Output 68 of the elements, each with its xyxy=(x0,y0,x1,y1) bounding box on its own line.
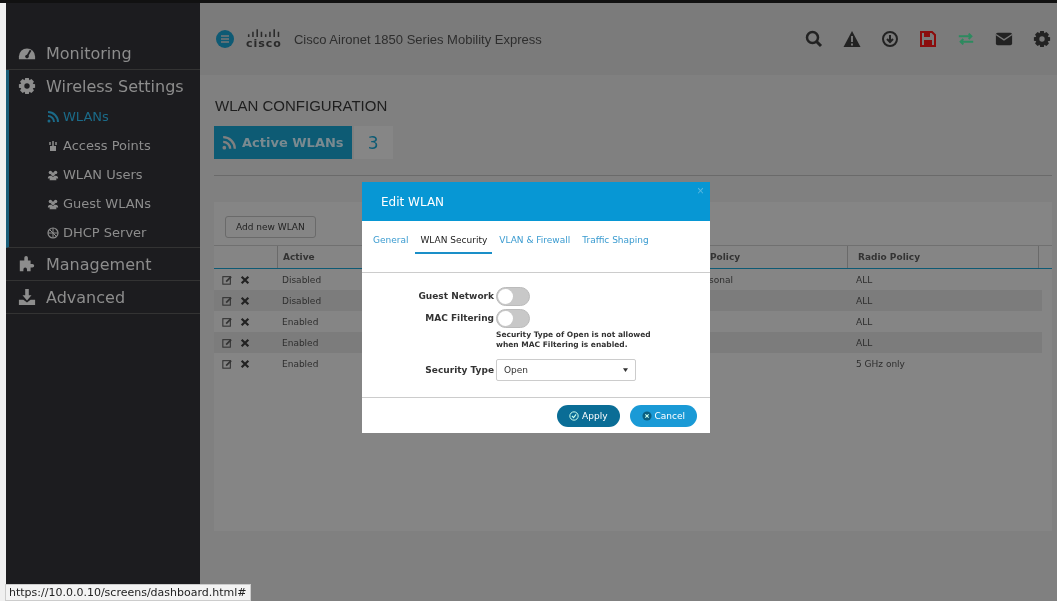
field-label: MAC Filtering xyxy=(424,313,494,323)
cancel-button[interactable]: Cancel xyxy=(629,405,697,427)
mail-icon[interactable] xyxy=(995,30,1013,48)
wlan-count: 3 xyxy=(353,126,393,159)
sidebar-subitem[interactable]: Access Points xyxy=(9,131,200,160)
tab[interactable]: Traffic Shaping xyxy=(577,233,654,254)
table-cell: ALL xyxy=(856,316,873,327)
download-icon xyxy=(18,288,36,306)
sidebar-subitem[interactable]: DHCP Server xyxy=(9,218,200,247)
users-icon xyxy=(47,168,59,181)
field-label: Security Type xyxy=(424,365,494,375)
sidebar-item[interactable]: Management xyxy=(6,248,200,280)
table-cell: ALL xyxy=(856,274,873,285)
table-cell: ALL xyxy=(856,337,873,348)
table-cell: ALL xyxy=(856,295,873,306)
table-cell: Disabled xyxy=(282,295,322,306)
tab[interactable]: WLAN Security xyxy=(415,233,493,254)
warning-icon[interactable] xyxy=(843,30,861,48)
puzzle-icon xyxy=(18,255,36,273)
dialog-title: Edit WLAN xyxy=(381,194,445,209)
edit-icon[interactable] xyxy=(222,274,232,285)
edit-icon[interactable] xyxy=(222,295,232,306)
logo: cisco xyxy=(246,28,282,50)
sidebar-subitem[interactable]: WLAN Users xyxy=(9,160,200,189)
delete-icon[interactable] xyxy=(240,316,250,327)
column-header[interactable]: Radio Policy xyxy=(847,246,1039,268)
table-cell: sonal xyxy=(709,274,733,285)
check-circle-icon xyxy=(569,411,580,421)
settings-icon[interactable] xyxy=(1033,30,1051,48)
edit-icon[interactable] xyxy=(222,358,232,369)
delete-icon[interactable] xyxy=(240,274,250,285)
page-title: WLAN CONFIGURATION xyxy=(215,97,389,114)
sidebar-item[interactable]: Wireless Settings xyxy=(9,70,200,102)
sidebar-item[interactable]: Advanced xyxy=(6,281,200,313)
table-cell: Disabled xyxy=(282,274,322,285)
table-cell: Enabled xyxy=(282,358,319,369)
close-circle-icon xyxy=(641,411,652,421)
delete-icon[interactable] xyxy=(240,295,250,306)
sidebar-subitem[interactable]: WLANs xyxy=(9,102,200,131)
app-title: Cisco Aironet 1850 Series Mobility Express xyxy=(293,31,542,47)
network-icon xyxy=(47,226,59,239)
add-wlan-button[interactable]: Add new WLAN xyxy=(225,216,316,238)
edit-icon[interactable] xyxy=(222,316,232,327)
tab[interactable]: VLAN & Firewall xyxy=(494,233,576,254)
status-url: https://10.0.0.10/screens/dashboard.html# xyxy=(5,584,251,601)
gear-icon xyxy=(18,77,36,95)
users-icon xyxy=(47,197,59,210)
toggle-switch[interactable] xyxy=(496,308,530,328)
security-type-select[interactable]: Open xyxy=(496,359,636,381)
table-cell: Enabled xyxy=(282,316,319,327)
delete-icon[interactable] xyxy=(240,337,250,348)
sidebar-subitem[interactable]: Guest WLANs xyxy=(9,189,200,218)
search-icon[interactable] xyxy=(805,30,823,48)
wifi-icon xyxy=(47,110,59,123)
delete-icon[interactable] xyxy=(240,358,250,369)
table-cell: Enabled xyxy=(282,337,319,348)
caret-icon xyxy=(623,368,628,372)
apply-button[interactable]: Apply xyxy=(557,405,620,427)
save-icon[interactable] xyxy=(919,30,937,48)
table-cell: 5 GHz only xyxy=(856,358,905,369)
field-label: Guest Network xyxy=(417,291,494,301)
sidebar-item[interactable]: Monitoring xyxy=(6,37,200,69)
tab[interactable]: General xyxy=(368,233,414,254)
access-point-icon xyxy=(47,139,59,152)
toggle-switch[interactable] xyxy=(496,286,530,306)
edit-icon[interactable] xyxy=(222,337,232,348)
wifi-icon xyxy=(222,135,236,150)
download-icon[interactable] xyxy=(881,30,899,48)
